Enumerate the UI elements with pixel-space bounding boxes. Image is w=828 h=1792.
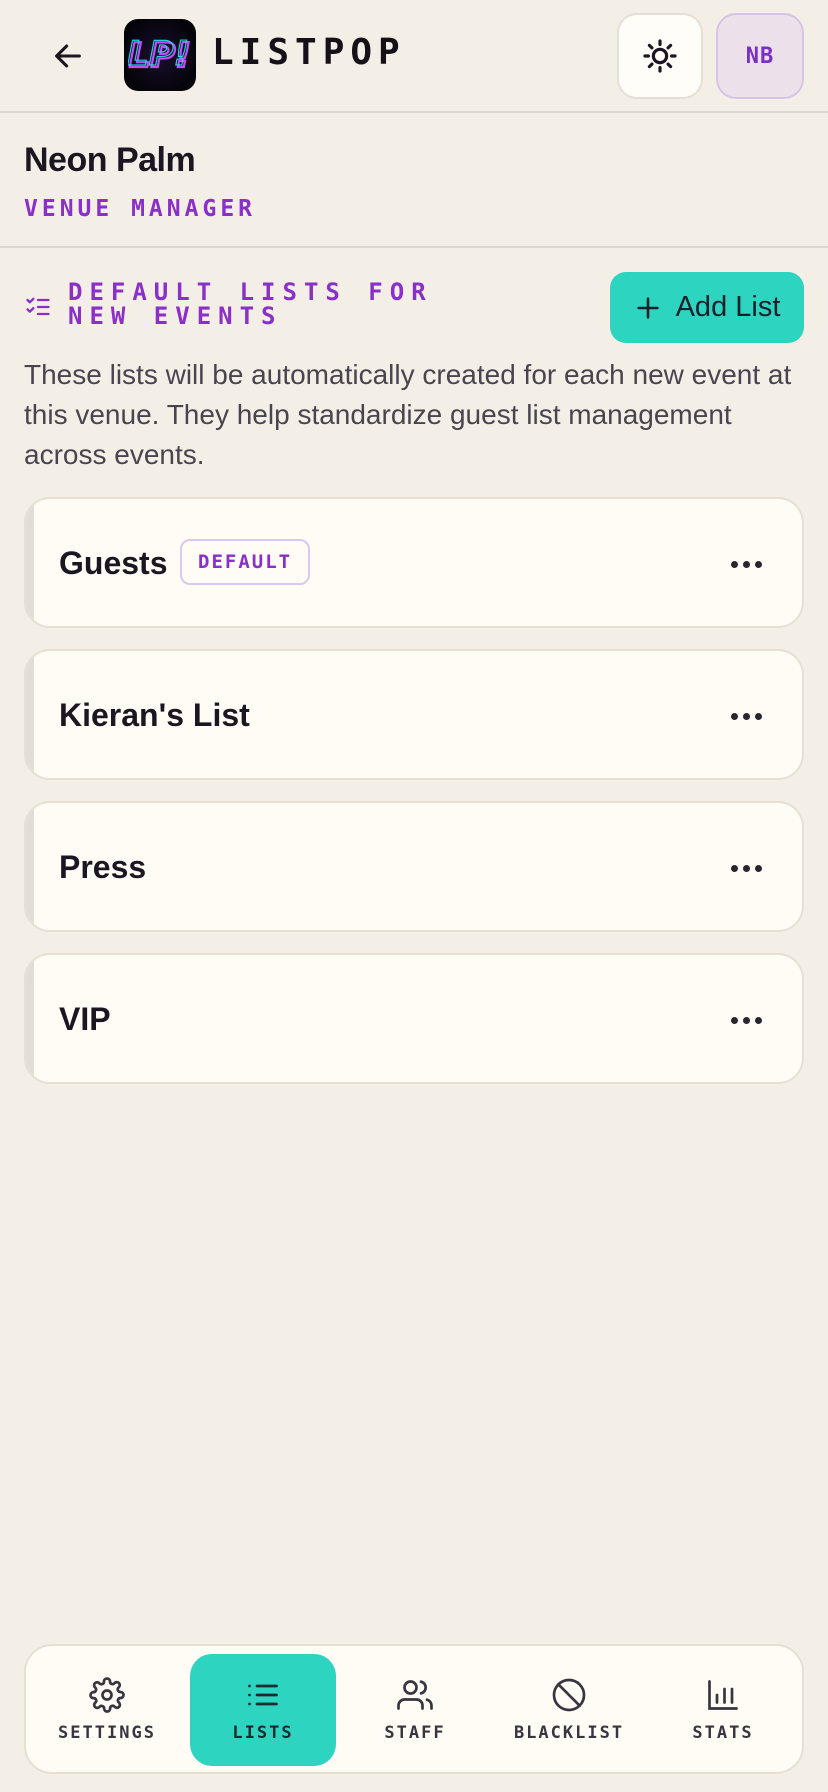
list-checks-icon bbox=[26, 297, 50, 316]
list-name: Press bbox=[59, 849, 147, 885]
app-logo: LP! LP! bbox=[124, 19, 196, 91]
theme-toggle-button[interactable] bbox=[617, 13, 703, 99]
list-card[interactable]: Guests DEFAULT bbox=[24, 497, 804, 628]
list-name: Guests bbox=[59, 545, 168, 581]
venue-role: VENUE MANAGER bbox=[24, 196, 257, 222]
list-name: VIP bbox=[59, 1001, 111, 1037]
nav-settings-label: SETTINGS bbox=[58, 1723, 156, 1743]
top-bar: LP! LP! LISTPOP NB bbox=[0, 0, 828, 113]
list-card[interactable]: Press bbox=[24, 801, 804, 932]
section-description: These lists will be automatically create… bbox=[24, 359, 792, 470]
gear-icon bbox=[89, 1677, 125, 1713]
users-icon bbox=[397, 1680, 433, 1710]
nav-lists[interactable]: LISTS bbox=[190, 1654, 336, 1766]
add-list-label: Add List bbox=[675, 291, 781, 323]
nav-staff-label: STAFF bbox=[384, 1723, 446, 1743]
card-drag-handle[interactable] bbox=[26, 803, 34, 930]
default-badge: DEFAULT bbox=[180, 539, 311, 585]
card-drag-handle[interactable] bbox=[26, 499, 34, 626]
nav-blacklist-label: BLACKLIST bbox=[513, 1723, 625, 1743]
card-drag-handle[interactable] bbox=[26, 955, 34, 1082]
nav-stats-label: STATS bbox=[692, 1723, 754, 1743]
user-avatar[interactable]: NB bbox=[716, 13, 804, 99]
venue-header: Neon Palm VENUE MANAGER bbox=[0, 115, 828, 248]
more-icon bbox=[730, 1016, 738, 1024]
more-icon bbox=[730, 864, 738, 872]
list-card[interactable]: Kieran's List bbox=[24, 649, 804, 780]
more-options-button[interactable] bbox=[726, 544, 766, 584]
nav-settings[interactable]: SETTINGS bbox=[34, 1654, 180, 1766]
nav-stats[interactable]: STATS bbox=[650, 1654, 796, 1766]
more-icon bbox=[730, 560, 738, 568]
list-name: Kieran's List bbox=[59, 697, 250, 733]
back-button[interactable] bbox=[40, 28, 96, 84]
sun-icon bbox=[643, 39, 677, 73]
app-name: LISTPOP bbox=[212, 32, 406, 73]
more-icon bbox=[730, 712, 738, 720]
bottom-nav: SETTINGS LISTS STAFF BLACKLIST STATS bbox=[24, 1644, 804, 1774]
list-card[interactable]: VIP bbox=[24, 953, 804, 1084]
section-title: DEFAULT LISTS FOR NEW EVENTS bbox=[68, 278, 433, 330]
venue-name: Neon Palm bbox=[24, 141, 196, 179]
arrow-left-icon bbox=[55, 44, 81, 68]
more-options-button[interactable] bbox=[726, 1000, 766, 1040]
more-options-button[interactable] bbox=[726, 848, 766, 888]
svg-text:LP!: LP! bbox=[128, 34, 189, 74]
ban-icon bbox=[552, 1678, 586, 1712]
add-list-button[interactable]: Add List bbox=[610, 272, 804, 343]
nav-lists-label: LISTS bbox=[232, 1723, 294, 1743]
card-drag-handle[interactable] bbox=[26, 651, 34, 778]
nav-staff[interactable]: STAFF bbox=[342, 1654, 488, 1766]
nav-blacklist[interactable]: BLACKLIST bbox=[496, 1654, 642, 1766]
list-icon bbox=[248, 1684, 278, 1706]
plus-icon bbox=[636, 296, 659, 319]
bar-chart-icon bbox=[708, 1680, 738, 1710]
more-options-button[interactable] bbox=[726, 696, 766, 736]
